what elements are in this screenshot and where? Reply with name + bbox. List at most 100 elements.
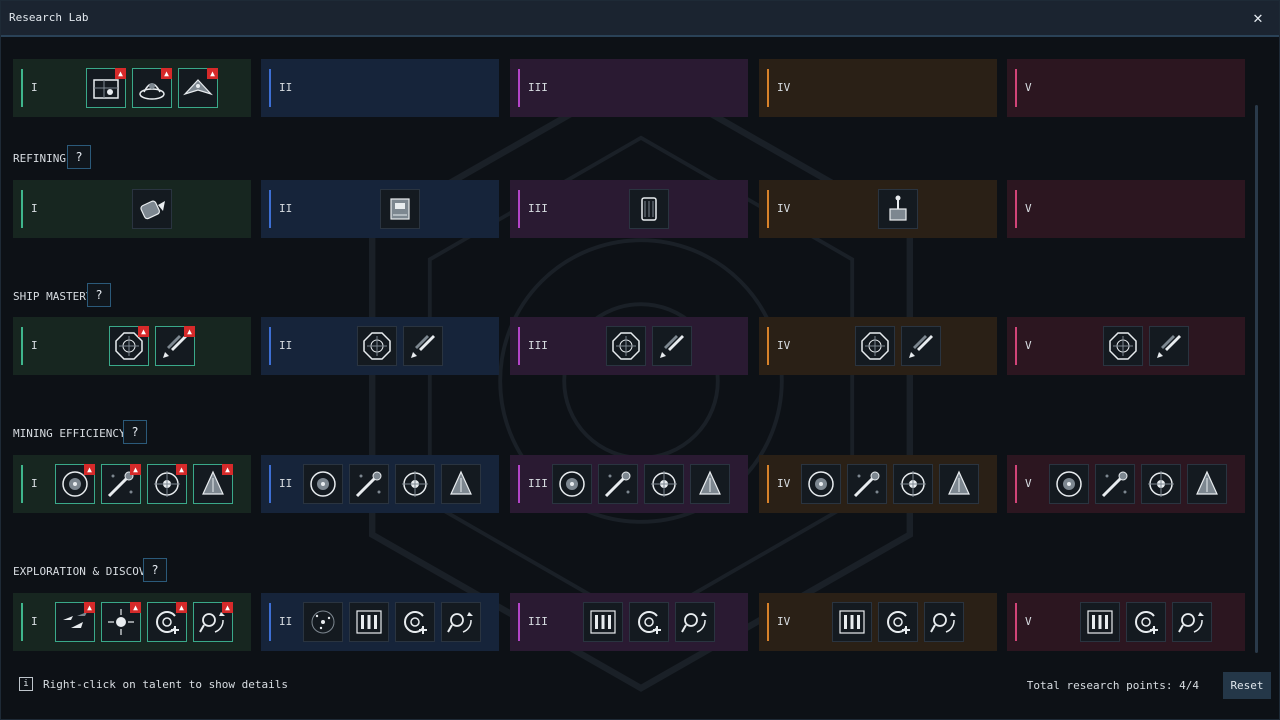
tier-accent <box>21 69 23 107</box>
laser-beam-icon[interactable] <box>349 464 389 504</box>
octagon-compass-icon[interactable] <box>1103 326 1143 366</box>
core-sphere-icon[interactable] <box>552 464 592 504</box>
tier-panel: II <box>261 593 499 651</box>
tier-label: III <box>528 477 548 490</box>
tier-label: I <box>31 339 38 352</box>
tier-label: II <box>279 81 293 94</box>
rocket-bay-icon[interactable] <box>349 602 389 642</box>
radar-plus-icon[interactable] <box>629 602 669 642</box>
tier-accent <box>767 465 769 503</box>
reset-button[interactable]: Reset <box>1223 672 1271 699</box>
tier-accent <box>21 190 23 228</box>
scan-arrow-icon[interactable] <box>441 602 481 642</box>
tier-accent <box>518 327 520 365</box>
laser-beam-icon[interactable] <box>598 464 638 504</box>
scan-arrow-icon[interactable] <box>924 602 964 642</box>
core-sphere-icon[interactable] <box>801 464 841 504</box>
radar-plus-icon[interactable] <box>395 602 435 642</box>
upgrade-badge-icon: ▲ <box>184 326 195 337</box>
drill-head-icon[interactable] <box>690 464 730 504</box>
talent-icons <box>606 317 692 375</box>
help-button[interactable]: ? <box>123 420 147 444</box>
laser-beam-icon[interactable] <box>1095 464 1135 504</box>
core-sphere-icon[interactable] <box>303 464 343 504</box>
target-wheel-icon[interactable] <box>644 464 684 504</box>
tier-panel: III <box>510 180 748 238</box>
press-machine-icon[interactable] <box>380 189 420 229</box>
tier-panel: IV <box>759 317 997 375</box>
target-wheel-icon[interactable] <box>893 464 933 504</box>
star-burst-icon[interactable]: ▲ <box>101 602 141 642</box>
research-lab-window: Research Lab ✕ I ▲ ▲ ▲ II III IV V REFINING? I II I… <box>0 0 1280 720</box>
tier-label: V <box>1025 615 1032 628</box>
radar-plus-icon[interactable]: ▲ <box>147 602 187 642</box>
points-value: 4/4 <box>1179 679 1199 692</box>
target-wheel-icon[interactable]: ▲ <box>147 464 187 504</box>
core-sphere-icon[interactable]: ▲ <box>55 464 95 504</box>
rocket-thrust-icon[interactable] <box>403 326 443 366</box>
dome-reactor-icon[interactable]: ▲ <box>132 68 172 108</box>
talent-icons <box>552 455 730 513</box>
drill-head-icon[interactable]: ▲ <box>193 464 233 504</box>
tier-label: II <box>279 615 293 628</box>
scan-arrow-icon[interactable]: ▲ <box>193 602 233 642</box>
tier-panel: II <box>261 455 499 513</box>
upgrade-badge-icon: ▲ <box>84 464 95 475</box>
wing-craft-icon[interactable]: ▲ <box>178 68 218 108</box>
octagon-compass-icon[interactable] <box>855 326 895 366</box>
tier-label: III <box>528 81 548 94</box>
tier-panel: IV <box>759 180 997 238</box>
ship-fleet-icon[interactable]: ▲ <box>55 602 95 642</box>
talent-icons: ▲ ▲ ▲ ▲ <box>55 455 233 513</box>
rocket-bay-icon[interactable] <box>832 602 872 642</box>
help-button[interactable]: ? <box>67 145 91 169</box>
talent-icons <box>629 180 669 238</box>
tier-accent <box>1015 69 1017 107</box>
tier-accent <box>21 327 23 365</box>
rocket-thrust-icon[interactable]: ▲ <box>155 326 195 366</box>
drill-head-icon[interactable] <box>939 464 979 504</box>
canister-icon[interactable] <box>629 189 669 229</box>
upgrade-badge-icon: ▲ <box>138 326 149 337</box>
tier-label: III <box>528 202 548 215</box>
core-sphere-icon[interactable] <box>1049 464 1089 504</box>
tier-accent <box>767 327 769 365</box>
tier-label: IV <box>777 339 791 352</box>
rocket-thrust-icon[interactable] <box>1149 326 1189 366</box>
scrollbar[interactable] <box>1255 105 1258 653</box>
help-button[interactable]: ? <box>87 283 111 307</box>
upgrade-badge-icon: ▲ <box>115 68 126 79</box>
fountain-machine-icon[interactable] <box>878 189 918 229</box>
scan-arrow-icon[interactable] <box>675 602 715 642</box>
tier-panel: V <box>1007 180 1245 238</box>
tier-panel: I ▲ ▲ <box>13 317 251 375</box>
star-map-icon[interactable] <box>303 602 343 642</box>
tier-accent <box>518 190 520 228</box>
scan-arrow-icon[interactable] <box>1172 602 1212 642</box>
tier-accent <box>518 603 520 641</box>
target-wheel-icon[interactable] <box>395 464 435 504</box>
section-title: SHIP MASTERY <box>13 290 93 303</box>
tier-label: I <box>31 202 38 215</box>
close-icon[interactable]: ✕ <box>1247 7 1269 29</box>
octagon-compass-icon[interactable] <box>606 326 646 366</box>
rocket-thrust-icon[interactable] <box>652 326 692 366</box>
drill-cylinder-icon[interactable] <box>132 189 172 229</box>
laser-beam-icon[interactable]: ▲ <box>101 464 141 504</box>
rocket-bay-icon[interactable] <box>583 602 623 642</box>
talent-icons <box>878 180 918 238</box>
octagon-compass-icon[interactable]: ▲ <box>109 326 149 366</box>
pipe-grid-icon[interactable]: ▲ <box>86 68 126 108</box>
octagon-compass-icon[interactable] <box>357 326 397 366</box>
tier-label: II <box>279 202 293 215</box>
rocket-bay-icon[interactable] <box>1080 602 1120 642</box>
help-button[interactable]: ? <box>143 558 167 582</box>
drill-head-icon[interactable] <box>1187 464 1227 504</box>
radar-plus-icon[interactable] <box>878 602 918 642</box>
laser-beam-icon[interactable] <box>847 464 887 504</box>
drill-head-icon[interactable] <box>441 464 481 504</box>
rocket-thrust-icon[interactable] <box>901 326 941 366</box>
tier-label: I <box>31 615 38 628</box>
radar-plus-icon[interactable] <box>1126 602 1166 642</box>
target-wheel-icon[interactable] <box>1141 464 1181 504</box>
